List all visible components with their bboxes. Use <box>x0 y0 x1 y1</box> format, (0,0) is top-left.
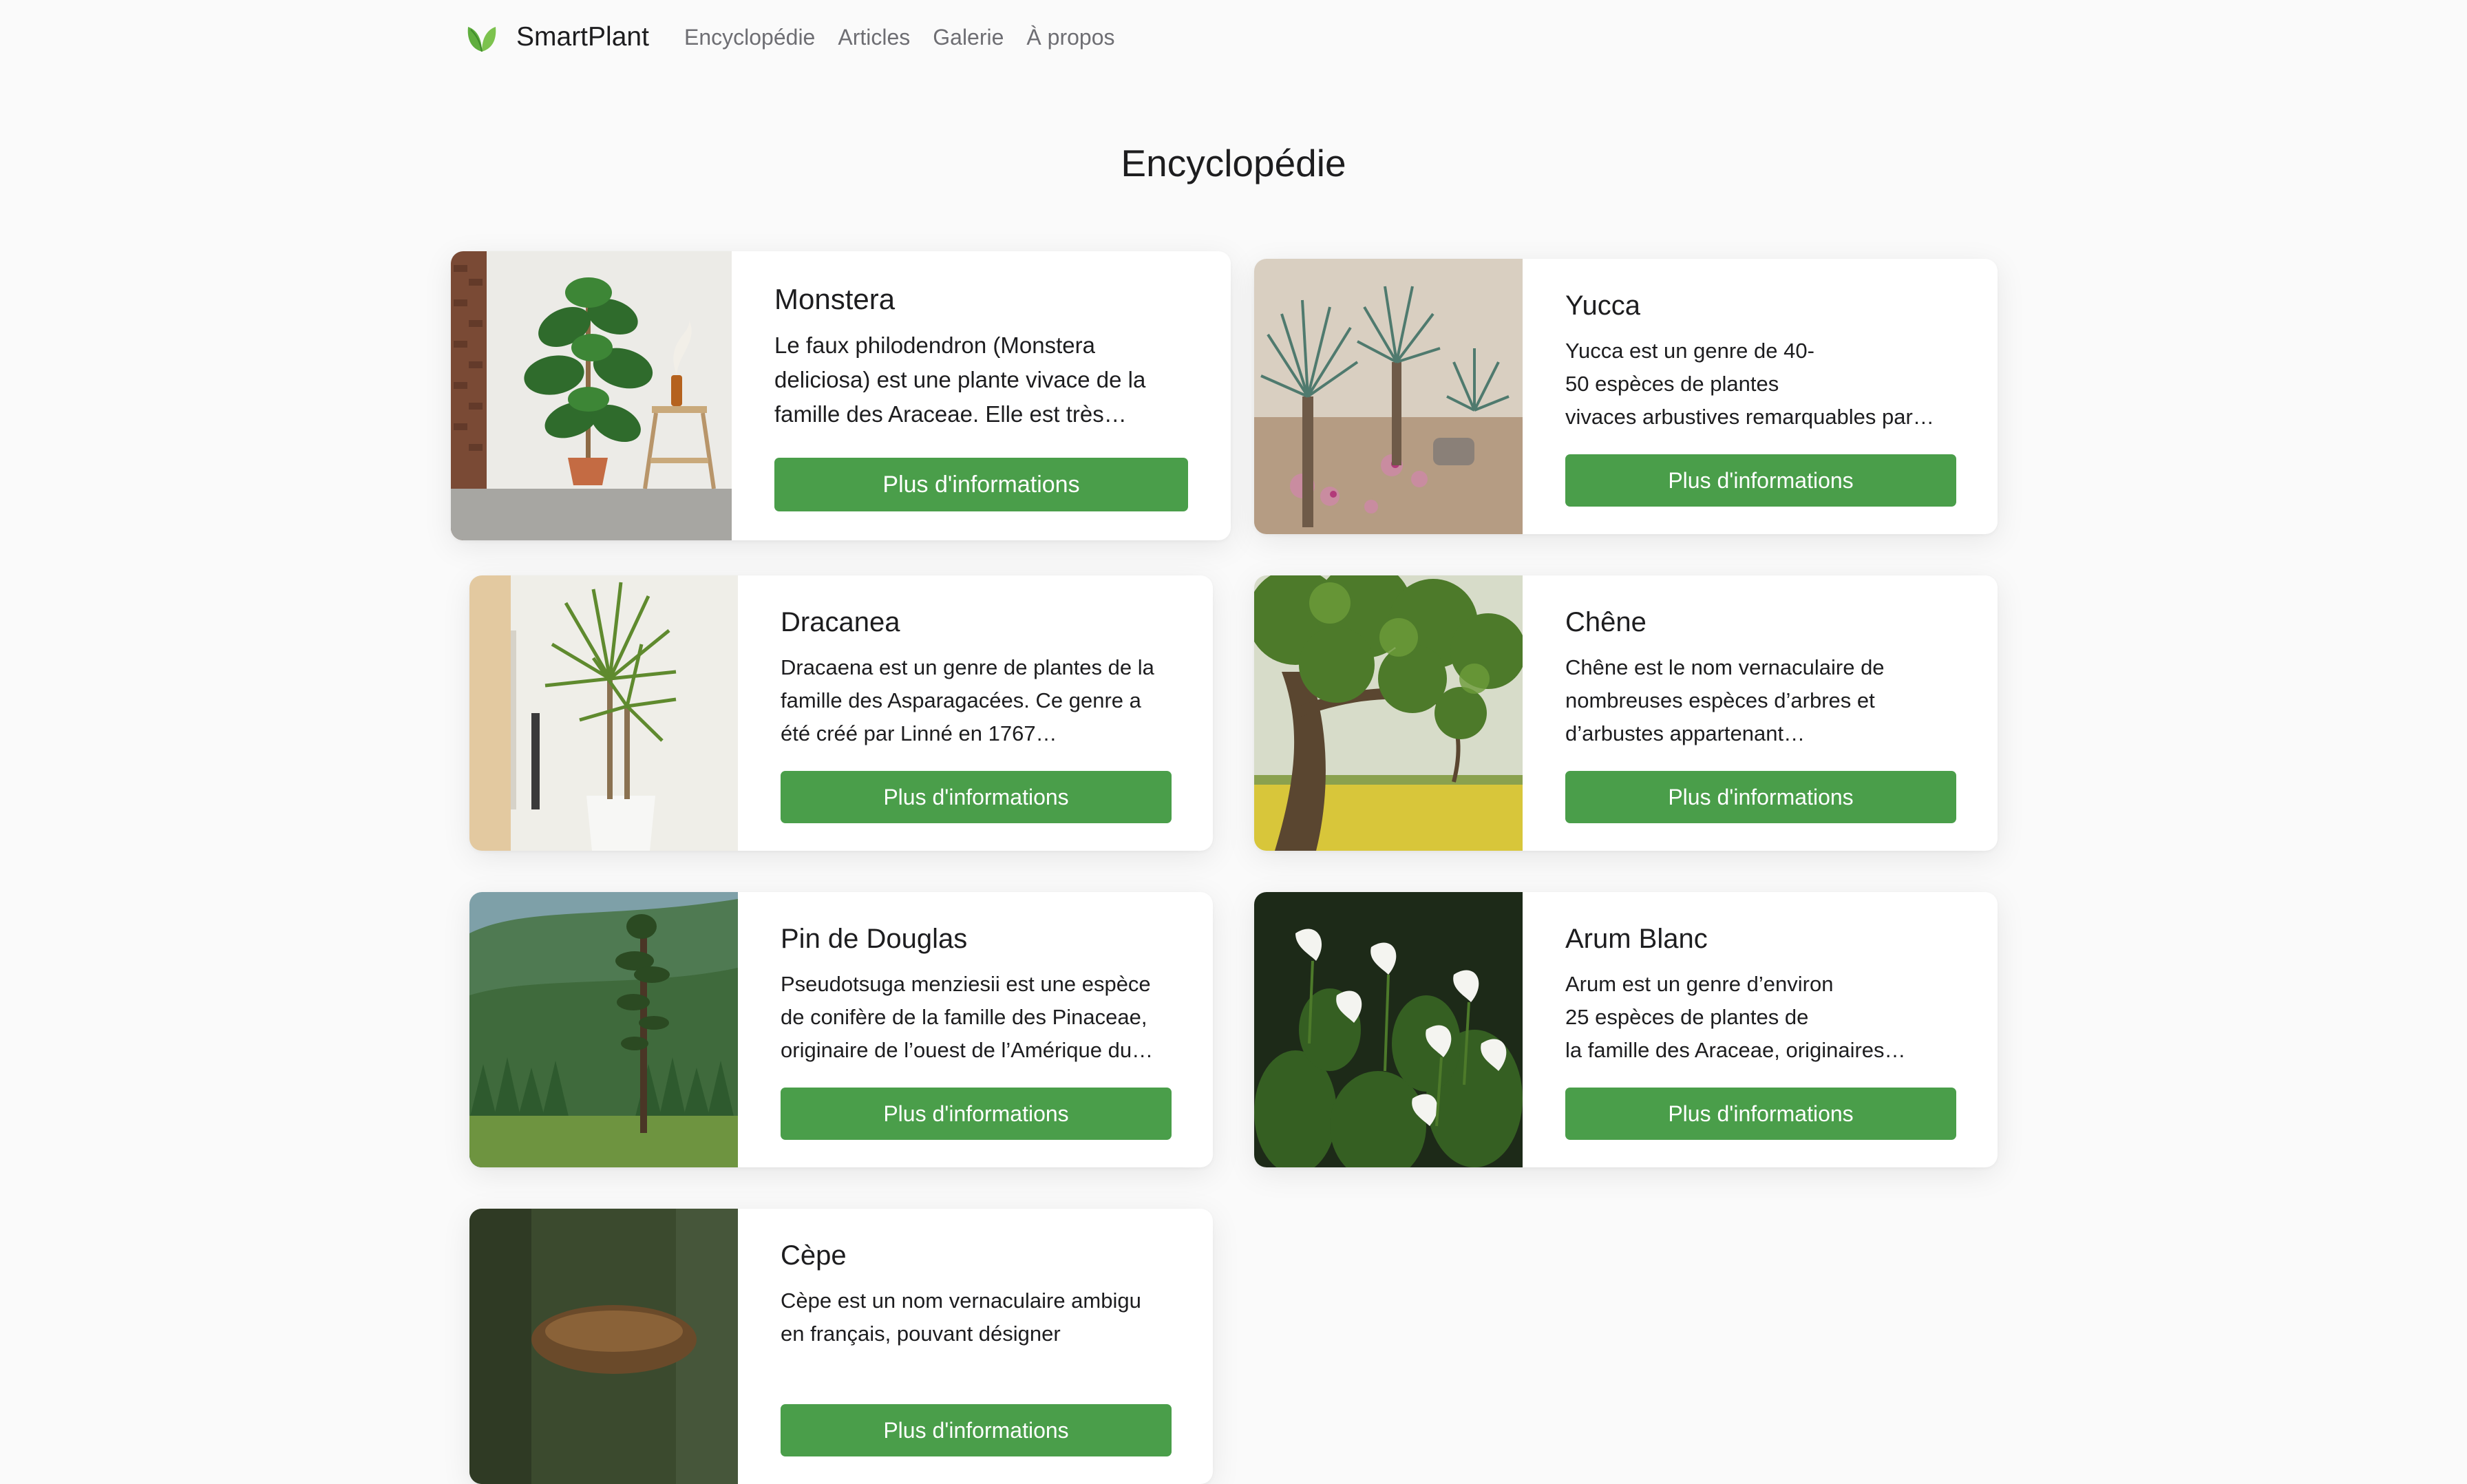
nav-link-articles[interactable]: Articles <box>838 25 910 50</box>
card-title: Chêne <box>1565 607 1647 637</box>
more-info-button[interactable]: Plus d'informations <box>774 458 1188 511</box>
card-body: Arum Blanc Arum est un genre d’environ 25… <box>1565 892 1956 1167</box>
card-title: Arum Blanc <box>1565 924 1708 954</box>
plant-image-monstera <box>451 251 732 540</box>
card-description: Le faux philodendron (Monstera deliciosa)… <box>774 332 1146 427</box>
plant-card-chene: Chêne Chêne est le nom vernaculaire de no… <box>1254 575 1998 851</box>
card-body: Cèpe Cèpe est un nom vernaculaire ambigu… <box>781 1209 1172 1484</box>
more-info-button[interactable]: Plus d'informations <box>781 771 1172 823</box>
plant-image-pin-de-douglas <box>469 892 738 1167</box>
more-info-button[interactable]: Plus d'informations <box>1565 1088 1956 1140</box>
plant-image-chene <box>1254 575 1523 851</box>
brand-name: SmartPlant <box>516 22 649 52</box>
plant-card-pin-de-douglas: Pin de Douglas Pseudotsuga menziesii est… <box>469 892 1213 1167</box>
card-description: Cèpe est un nom vernaculaire ambigu en fr… <box>781 1289 1141 1346</box>
brand-link[interactable]: SmartPlant <box>465 18 649 56</box>
card-title: Monstera <box>774 283 896 315</box>
top-navbar: SmartPlant Encyclopédie Articles Galerie… <box>0 0 2467 76</box>
plant-image-dracanea <box>469 575 738 851</box>
nav-link-galerie[interactable]: Galerie <box>933 25 1004 50</box>
card-title: Pin de Douglas <box>781 924 968 954</box>
card-title: Yucca <box>1565 290 1640 321</box>
plant-card-cepe: Cèpe Cèpe est un nom vernaculaire ambigu… <box>469 1209 1213 1484</box>
plant-image-arum-blanc <box>1254 892 1523 1167</box>
card-description: Chêne est le nom vernaculaire de nombreus… <box>1565 655 1885 745</box>
card-body: Pin de Douglas Pseudotsuga menziesii est… <box>781 892 1172 1167</box>
card-description: Dracaena est un genre de plantes de la fa… <box>781 655 1154 745</box>
plant-card-dracanea: Dracanea Dracaena est un genre de plante… <box>469 575 1213 851</box>
more-info-button[interactable]: Plus d'informations <box>781 1088 1172 1140</box>
plant-card-arum-blanc: Arum Blanc Arum est un genre d’environ 25… <box>1254 892 1998 1167</box>
card-description: Pseudotsuga menziesii est une espèce de c… <box>781 972 1154 1062</box>
more-info-button[interactable]: Plus d'informations <box>1565 771 1956 823</box>
plant-image-yucca <box>1254 259 1523 534</box>
more-info-button[interactable]: Plus d'informations <box>781 1404 1172 1456</box>
more-info-button[interactable]: Plus d'informations <box>1565 454 1956 507</box>
card-body: Yucca Yucca est un genre de 40- 50 espèce… <box>1565 259 1956 534</box>
leaf-icon <box>467 27 496 52</box>
plant-card-monstera: Monstera Le faux philodendron (Monstera d… <box>451 251 1231 540</box>
card-title: Dracanea <box>781 607 900 637</box>
card-body: Monstera Le faux philodendron (Monstera d… <box>774 251 1188 540</box>
plant-card-yucca: Yucca Yucca est un genre de 40- 50 espèce… <box>1254 259 1998 534</box>
card-description: Arum est un genre d’environ 25 espèces de… <box>1565 972 1906 1062</box>
nav-link-a-propos[interactable]: À propos <box>1026 25 1114 50</box>
card-body: Chêne Chêne est le nom vernaculaire de no… <box>1565 575 1956 851</box>
nav-links: Encyclopédie Articles Galerie À propos <box>684 18 1137 56</box>
nav-link-encyclopedie[interactable]: Encyclopédie <box>684 25 815 50</box>
card-title: Cèpe <box>781 1240 847 1271</box>
page-title: Encyclopédie <box>1121 142 1346 184</box>
plant-image-cepe <box>469 1209 738 1484</box>
card-body: Dracanea Dracaena est un genre de plante… <box>781 575 1172 851</box>
card-description: Yucca est un genre de 40- 50 espèces de p… <box>1565 339 1934 429</box>
